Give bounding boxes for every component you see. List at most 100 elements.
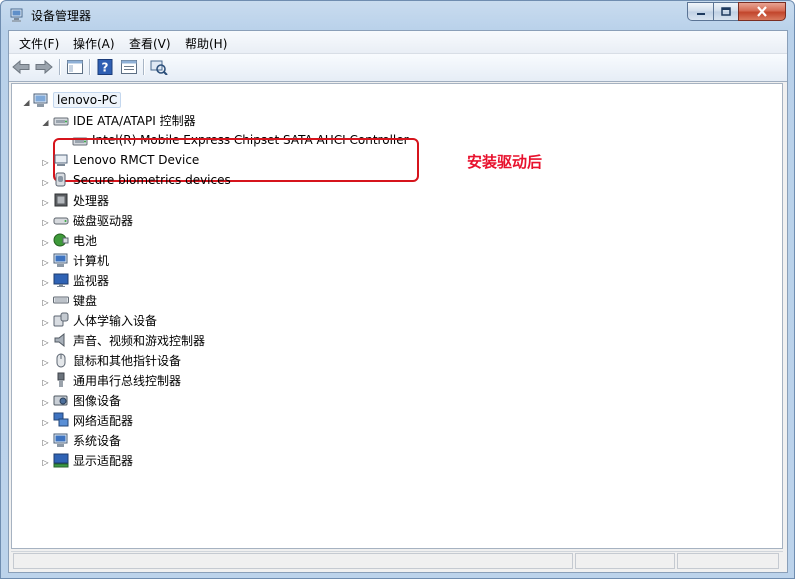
- tree-item-sound-video-game[interactable]: 声音、视频和游戏控制器: [53, 331, 205, 349]
- computer-icon: [53, 253, 68, 267]
- expand-arrow-icon[interactable]: ▷: [41, 258, 50, 267]
- tree-item-mice[interactable]: 鼠标和其他指针设备: [53, 351, 181, 369]
- minimize-button[interactable]: [687, 2, 714, 21]
- tree-item-label: 电池: [73, 233, 98, 248]
- forward-button[interactable]: [34, 58, 54, 76]
- forward-arrow-icon: [35, 60, 53, 74]
- tree-item-label: 显示适配器: [73, 453, 134, 468]
- expand-arrow-icon[interactable]: ▷: [41, 158, 50, 167]
- keyboard-icon: [53, 296, 69, 304]
- device-manager-window: 设备管理器 文件(F) 操作(A) 查看(V) 帮助(H) ? ◢ lenovo…: [0, 0, 795, 579]
- tree-item-label: 声音、视频和游戏控制器: [73, 333, 206, 348]
- tree-item-keyboards[interactable]: 键盘: [53, 291, 97, 309]
- tree-item-battery[interactable]: 电池: [53, 231, 97, 249]
- tree-item-label: Lenovo RMCT Device: [73, 153, 200, 167]
- expand-arrow-icon[interactable]: ▷: [41, 418, 50, 427]
- tree-item-network-adapters[interactable]: 网络适配器: [53, 411, 133, 429]
- menu-help[interactable]: 帮助(H): [185, 35, 227, 52]
- status-bar: [11, 551, 783, 571]
- annotation-text: 安装驱动后: [467, 153, 543, 171]
- properties-icon: [121, 60, 137, 74]
- scan-hardware-icon: [150, 60, 168, 75]
- scan-hardware-button[interactable]: [149, 58, 169, 76]
- expand-arrow-icon[interactable]: ▷: [41, 398, 50, 407]
- window-title: 设备管理器: [31, 9, 92, 23]
- expand-arrow-icon[interactable]: ▷: [41, 438, 50, 447]
- toolbar-separator: [89, 59, 91, 75]
- disk-drive-icon: [53, 217, 69, 225]
- tree-item-secure-biometrics[interactable]: Secure biometrics devices: [53, 171, 231, 189]
- maximize-button[interactable]: [713, 2, 739, 21]
- menu-action[interactable]: 操作(A): [73, 35, 115, 52]
- processor-icon: [54, 193, 68, 207]
- expand-arrow-icon[interactable]: ▷: [41, 198, 50, 207]
- network-icon: [53, 412, 69, 427]
- collapse-arrow-icon[interactable]: ◢: [41, 118, 50, 127]
- device-icon: [54, 154, 68, 166]
- status-pane: [575, 553, 675, 569]
- console-tree-icon: [67, 60, 83, 74]
- properties-button[interactable]: [119, 58, 139, 76]
- expand-arrow-icon[interactable]: ▷: [41, 338, 50, 347]
- expand-arrow-icon[interactable]: ▷: [41, 318, 50, 327]
- show-hide-console-tree-button[interactable]: [65, 58, 85, 76]
- svg-text:?: ?: [102, 61, 109, 75]
- device-manager-icon: [10, 8, 23, 22]
- expand-arrow-icon[interactable]: ▷: [41, 278, 50, 287]
- tree-item-label: 鼠标和其他指针设备: [73, 353, 182, 368]
- toolbar: ?: [9, 54, 787, 82]
- tree-item-label: Secure biometrics devices: [73, 173, 231, 187]
- tree-item-disk-drives[interactable]: 磁盘驱动器: [53, 211, 133, 229]
- tree-item-computer[interactable]: 计算机: [53, 251, 109, 269]
- tree-item-processor[interactable]: 处理器: [53, 191, 109, 209]
- close-icon: [757, 6, 767, 17]
- camera-icon: [53, 395, 68, 406]
- menu-file[interactable]: 文件(F): [19, 35, 59, 52]
- tree-item-imaging-devices[interactable]: 图像设备: [53, 391, 121, 409]
- toolbar-separator: [59, 59, 61, 75]
- tree-item-lenovo-rmct[interactable]: Lenovo RMCT Device: [53, 151, 199, 169]
- tree-item-label: 人体学输入设备: [73, 313, 158, 328]
- device-tree[interactable]: ◢ lenovo-PC ◢ IDE ATA/ATAPI 控制器 Intel(R)…: [11, 83, 783, 549]
- tree-item-system-devices[interactable]: 系统设备: [53, 431, 121, 449]
- tree-item-label: 图像设备: [73, 393, 122, 408]
- help-icon: ?: [97, 59, 113, 75]
- back-button[interactable]: [11, 58, 31, 76]
- mouse-icon: [56, 353, 66, 368]
- system-device-icon: [53, 433, 68, 447]
- computer-icon: [33, 93, 48, 107]
- display-adapter-icon: [53, 453, 69, 468]
- collapse-arrow-icon[interactable]: ◢: [22, 98, 31, 107]
- tree-root-label: lenovo-PC: [53, 92, 122, 108]
- back-arrow-icon: [12, 60, 30, 74]
- menu-bar: 文件(F) 操作(A) 查看(V) 帮助(H): [9, 31, 787, 54]
- tree-item-ide-controller[interactable]: IDE ATA/ATAPI 控制器: [53, 111, 196, 129]
- tree-item-monitors[interactable]: 监视器: [53, 271, 109, 289]
- expand-arrow-icon[interactable]: ▷: [41, 458, 50, 467]
- tree-item-label: 磁盘驱动器: [73, 213, 134, 228]
- expand-arrow-icon[interactable]: ▷: [41, 358, 50, 367]
- tree-item-label: 计算机: [73, 253, 110, 268]
- tree-item-usb-controllers[interactable]: 通用串行总线控制器: [53, 371, 181, 389]
- tree-item-label: 监视器: [73, 273, 110, 288]
- expand-arrow-icon[interactable]: ▷: [41, 238, 50, 247]
- title-bar[interactable]: 设备管理器: [1, 1, 794, 29]
- tree-item-label: 处理器: [73, 193, 110, 208]
- hid-icon: [53, 312, 69, 327]
- expand-arrow-icon[interactable]: ▷: [41, 178, 50, 187]
- expand-arrow-icon[interactable]: ▷: [41, 218, 50, 227]
- minimize-icon: [696, 12, 705, 15]
- menu-view[interactable]: 查看(V): [129, 35, 171, 52]
- expand-arrow-icon[interactable]: ▷: [41, 298, 50, 307]
- expand-arrow-icon[interactable]: ▷: [41, 378, 50, 387]
- tree-item-hid[interactable]: 人体学输入设备: [53, 311, 157, 329]
- close-button[interactable]: [738, 2, 786, 21]
- tree-root-node[interactable]: lenovo-PC: [33, 91, 122, 109]
- tree-item-label: 系统设备: [73, 433, 122, 448]
- tree-item-display-adapters[interactable]: 显示适配器: [53, 451, 133, 469]
- tree-item-label: IDE ATA/ATAPI 控制器: [73, 113, 196, 128]
- maximize-icon: [721, 6, 731, 16]
- biometric-icon: [55, 172, 66, 187]
- help-button[interactable]: ?: [95, 58, 115, 76]
- tree-item-label: 网络适配器: [73, 413, 134, 428]
